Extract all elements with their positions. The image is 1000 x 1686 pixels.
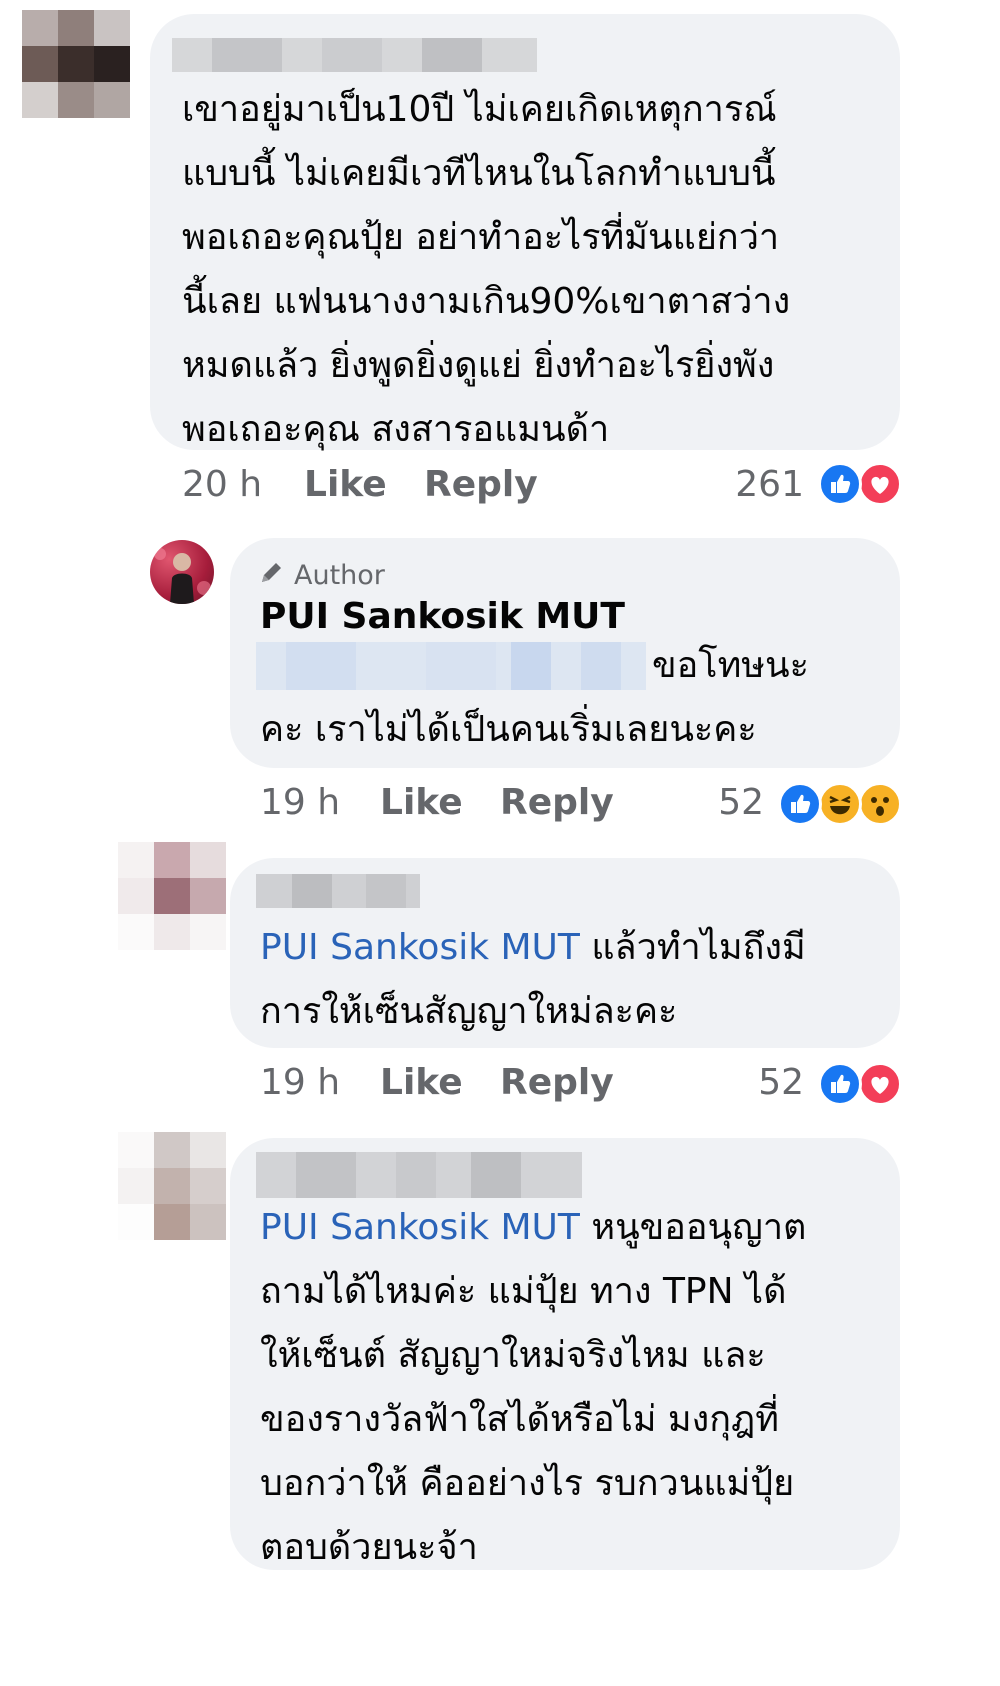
- reaction-count[interactable]: 52: [700, 782, 764, 823]
- haha-icon: [818, 782, 862, 826]
- love-icon: [858, 1062, 902, 1106]
- commenter-name[interactable]: PUI Sankosik MUT: [260, 596, 625, 637]
- like-button[interactable]: Like: [380, 782, 463, 823]
- pencil-icon: [258, 558, 286, 593]
- wow-icon: [858, 782, 902, 826]
- comment-text: ขอโทษนะ คะ เราไม่ได้เป็นคนเริ่มเลยนะคะ: [260, 645, 809, 750]
- commenter-name-blurred: [256, 874, 420, 908]
- comment-bubble: PUI Sankosik MUT แล้วทำไมถึงมี การให้เซ็…: [230, 858, 900, 1048]
- timestamp[interactable]: 20 h: [182, 464, 262, 505]
- comment-bubble: PUI Sankosik MUT หนูขออนุญาต ถามได้ไหมค่…: [230, 1138, 900, 1570]
- love-icon: [858, 462, 902, 506]
- reaction-count[interactable]: 261: [700, 464, 804, 505]
- timestamp[interactable]: 19 h: [260, 1062, 340, 1103]
- mention-link[interactable]: PUI Sankosik MUT: [260, 1207, 580, 1248]
- comment-text: PUI Sankosik MUT หนูขออนุญาต ถามได้ไหมค่…: [260, 1207, 807, 1568]
- comment-actions: 19 h Like Reply: [260, 782, 660, 826]
- avatar-blurred: [118, 842, 226, 950]
- like-button[interactable]: Like: [304, 464, 387, 505]
- reply-button[interactable]: Reply: [424, 464, 538, 505]
- comment-actions: 20 h Like Reply: [182, 464, 582, 508]
- reply-button[interactable]: Reply: [500, 782, 614, 823]
- author-badge: Author: [258, 558, 385, 593]
- author-label: Author: [294, 560, 385, 591]
- mention-link[interactable]: PUI Sankosik MUT: [260, 927, 580, 968]
- avatar-blurred: [118, 1132, 226, 1240]
- comment-text: PUI Sankosik MUT แล้วทำไมถึงมี การให้เซ็…: [260, 927, 806, 1032]
- like-icon: [818, 1062, 862, 1106]
- avatar-blurred: [22, 10, 130, 118]
- comment-bubble: เขาอยู่มาเป็น10ปี ไม่เคยเกิดเหตุการณ์ แบ…: [150, 14, 900, 450]
- like-button[interactable]: Like: [380, 1062, 463, 1103]
- reaction-count[interactable]: 52: [740, 1062, 804, 1103]
- commenter-name-blurred: [172, 38, 537, 72]
- comment-actions: 19 h Like Reply: [260, 1062, 660, 1106]
- reply-button[interactable]: Reply: [500, 1062, 614, 1103]
- commenter-name-blurred: [256, 1152, 582, 1198]
- like-icon: [818, 462, 862, 506]
- comment-text: เขาอยู่มาเป็น10ปี ไม่เคยเกิดเหตุการณ์ แบ…: [182, 89, 791, 450]
- timestamp[interactable]: 19 h: [260, 782, 340, 823]
- comment-bubble: Author PUI Sankosik MUT ขอโทษนะ คะ เราไม…: [230, 538, 900, 768]
- avatar[interactable]: [150, 540, 214, 604]
- like-icon: [778, 782, 822, 826]
